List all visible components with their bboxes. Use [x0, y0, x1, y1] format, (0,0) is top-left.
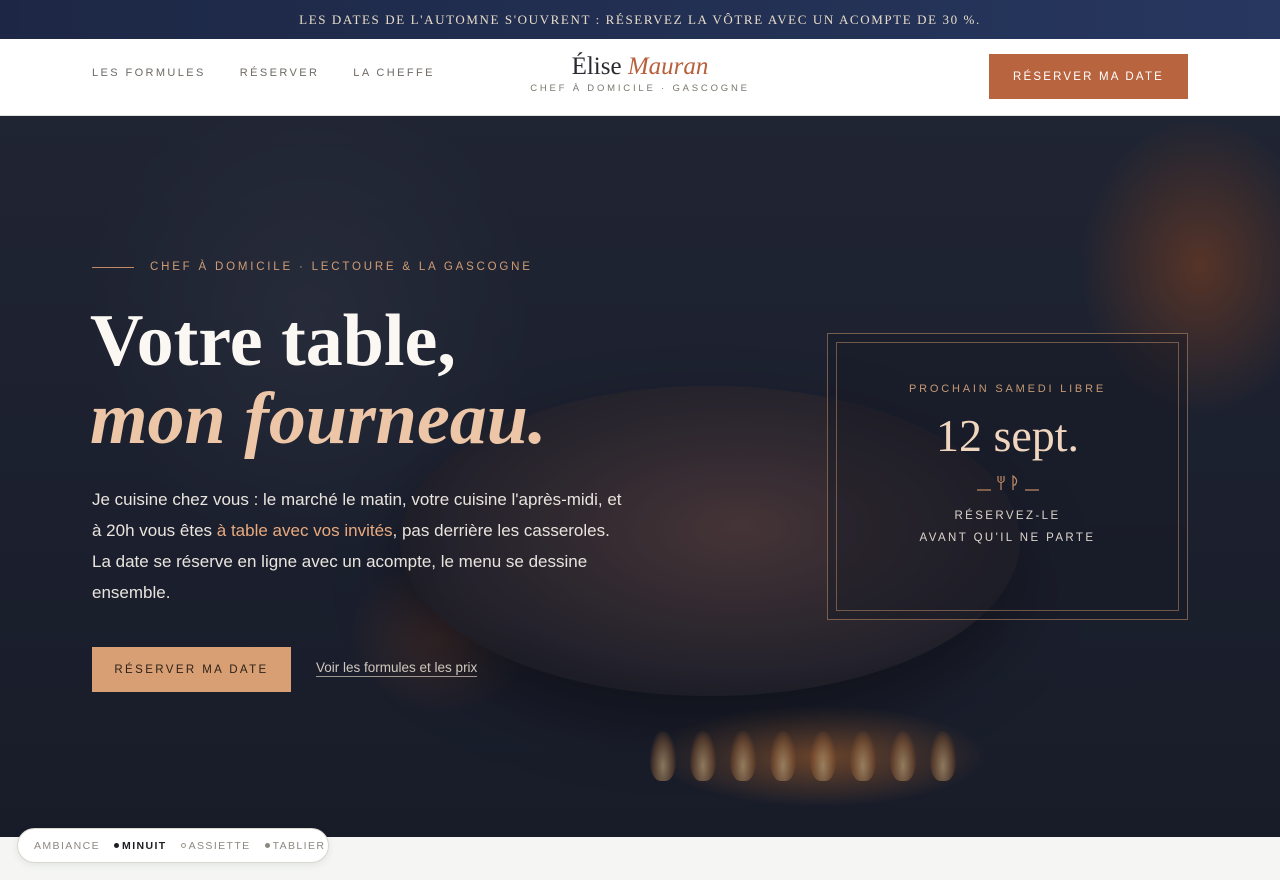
- theme-dot-icon: [114, 843, 120, 848]
- availability-card-inner: PROCHAIN SAMEDI LIBRE 12 sept. RÉSERVEZ-…: [836, 342, 1179, 611]
- announcement-text: LES DATES DE L'AUTOMNE S'OUVRENT : RÉSER…: [299, 11, 981, 27]
- nav-link-reserver[interactable]: RÉSERVER: [240, 67, 320, 79]
- availability-message-line2: AVANT QU'IL NE PARTE: [919, 531, 1096, 544]
- hero-title: Votre table, mon fourneau.: [90, 302, 546, 458]
- availability-label: PROCHAIN SAMEDI LIBRE: [909, 383, 1106, 395]
- nav-link-cheffe[interactable]: LA CHEFFE: [353, 67, 435, 79]
- main-nav: LES FORMULES RÉSERVER LA CHEFFE: [92, 67, 435, 79]
- theme-switcher: AMBIANCE MINUIT ASSIETTE TABLIER: [17, 828, 329, 863]
- availability-card: PROCHAIN SAMEDI LIBRE 12 sept. RÉSERVEZ-…: [827, 333, 1188, 620]
- hero-title-line2: mon fourneau.: [90, 378, 547, 460]
- theme-option-minuit[interactable]: MINUIT: [114, 840, 167, 852]
- theme-dot-icon: [180, 843, 186, 848]
- site-logo[interactable]: Élise Mauran CHEF À DOMICILE · GASCOGNE: [500, 54, 780, 94]
- formules-link[interactable]: Voir les formules et les prix: [316, 660, 478, 677]
- cutlery-icon: [837, 474, 1178, 492]
- theme-option-label: ASSIETTE: [188, 839, 251, 852]
- logo-last-name: Mauran: [627, 53, 709, 80]
- hero-title-line1: Votre table,: [90, 300, 456, 382]
- hero-book-button[interactable]: RÉSERVER MA DATE: [92, 647, 291, 692]
- logo-first-name: Élise: [571, 53, 622, 80]
- announcement-bar: LES DATES DE L'AUTOMNE S'OUVRENT : RÉSER…: [0, 0, 1280, 39]
- logo-tagline: CHEF À DOMICILE · GASCOGNE: [530, 83, 750, 94]
- theme-option-tablier[interactable]: TABLIER: [264, 839, 326, 852]
- theme-option-label: MINUIT: [122, 839, 167, 852]
- theme-dot-icon: [264, 843, 270, 848]
- theme-switcher-label: AMBIANCE: [34, 839, 101, 852]
- hero-section: CHEF À DOMICILE · LECTOURE & LA GASCOGNE…: [0, 116, 1280, 837]
- availability-message-line1: RÉSERVEZ-LE: [954, 509, 1061, 522]
- theme-option-assiette[interactable]: ASSIETTE: [180, 839, 251, 852]
- kicker-text: CHEF À DOMICILE · LECTOURE & LA GASCOGNE: [150, 261, 533, 273]
- hero-lead: Je cuisine chez vous : le marché le mati…: [92, 484, 627, 608]
- header-book-button[interactable]: RÉSERVER MA DATE: [989, 54, 1188, 99]
- availability-date: 12 sept.: [935, 410, 1080, 461]
- hero-kicker: CHEF À DOMICILE · LECTOURE & LA GASCOGNE: [92, 261, 533, 273]
- theme-option-label: TABLIER: [272, 839, 326, 852]
- logo-name: Élise Mauran: [500, 54, 780, 79]
- site-header: LES FORMULES RÉSERVER LA CHEFFE Élise Ma…: [0, 39, 1280, 116]
- nav-link-formules[interactable]: LES FORMULES: [92, 67, 206, 79]
- kicker-rule: [92, 266, 134, 268]
- lead-highlight: à table avec vos invités: [216, 521, 393, 540]
